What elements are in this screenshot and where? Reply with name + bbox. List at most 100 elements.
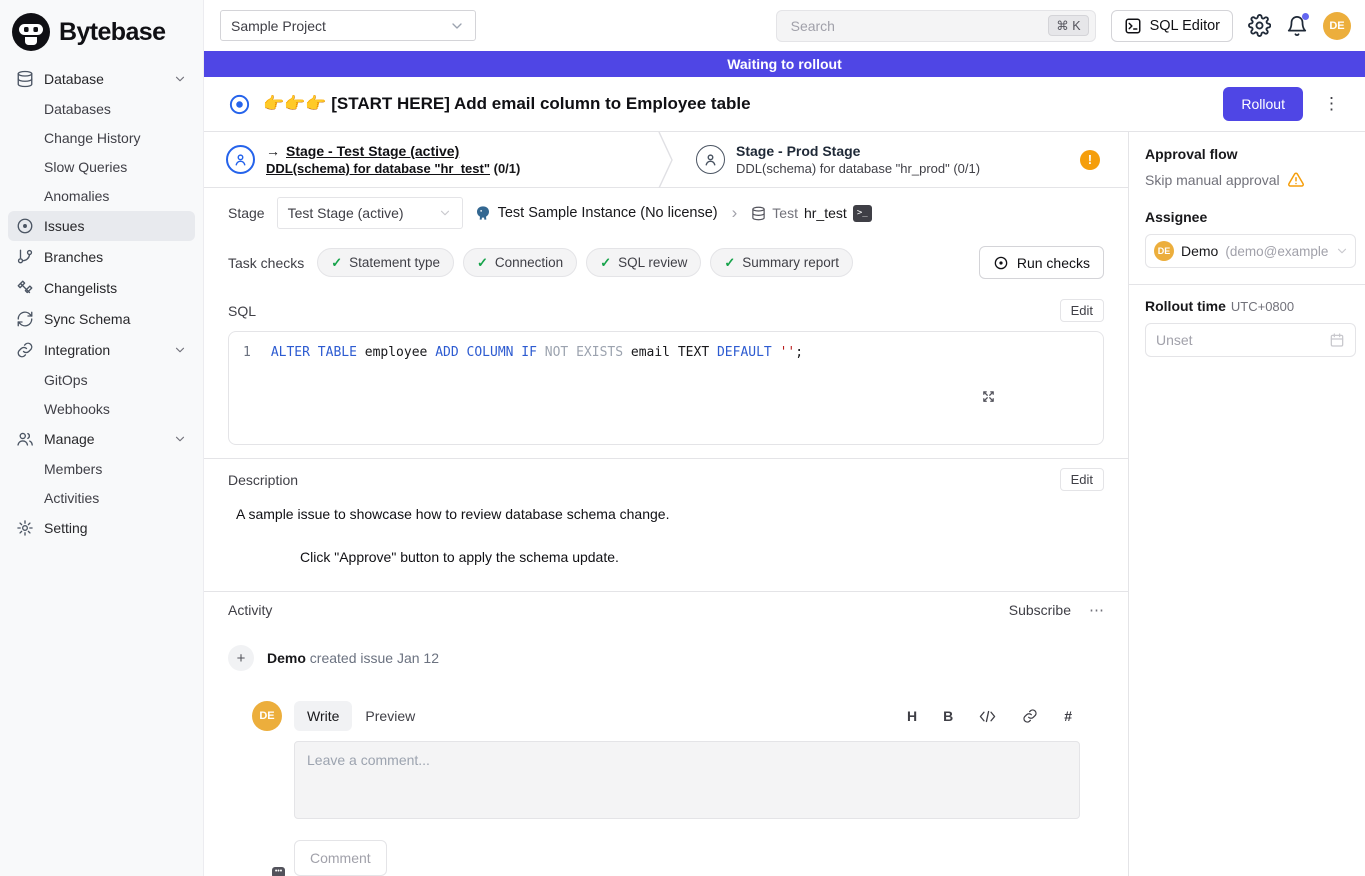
users-icon [16, 430, 34, 448]
sidebar-item-webhooks[interactable]: Webhooks [8, 395, 195, 423]
link-icon [16, 341, 34, 359]
activity-kebab-menu[interactable]: ⋯ [1089, 601, 1104, 619]
open-sql-editor-icon[interactable]: >_ [853, 205, 872, 222]
status-banner-text: Waiting to rollout [727, 56, 842, 72]
sidebar-item-label: Branches [44, 249, 103, 265]
check-pill-connection[interactable]: ✓ Connection [463, 248, 577, 277]
sidebar-item-issues[interactable]: Issues [8, 211, 195, 241]
brand-name: Bytebase [59, 18, 165, 47]
chevron-down-icon [173, 72, 187, 86]
stage-card-subtitle: DDL(schema) for database "hr_test" [266, 161, 490, 176]
approval-flow-value: Skip manual approval [1145, 172, 1280, 188]
chevron-down-icon [449, 18, 465, 34]
check-pill-label: Statement type [349, 255, 440, 270]
settings-gear-button[interactable] [1248, 14, 1271, 37]
stage-card-prod[interactable]: Stage - Prod Stage DDL(schema) for datab… [674, 132, 1128, 187]
task-checks-label: Task checks [228, 255, 304, 271]
issue-main: → Stage - Test Stage (active) DDL(schema… [204, 132, 1128, 876]
assignee-select[interactable]: DE Demo (demo@example [1145, 234, 1356, 268]
stage-strip: → Stage - Test Stage (active) DDL(schema… [204, 132, 1128, 188]
comment-bubble-icon: ••• [272, 867, 285, 876]
issue-kebab-menu[interactable]: ⋮ [1315, 94, 1349, 114]
comment-button[interactable]: Comment [294, 840, 387, 876]
stage-user-icon [696, 145, 725, 174]
sql-editor-button[interactable]: SQL Editor [1111, 10, 1233, 42]
database-breadcrumb[interactable]: Test hr_test >_ [751, 205, 872, 222]
sidebar-item-integration[interactable]: Integration [8, 335, 195, 365]
sidebar-item-label: Activities [44, 490, 99, 506]
comment-avatar: DE [252, 701, 282, 731]
stage-user-icon [226, 145, 255, 174]
run-circle-icon [993, 255, 1009, 271]
sidebar-item-sync-schema[interactable]: Sync Schema [8, 304, 195, 334]
link-icon[interactable] [1022, 708, 1038, 724]
sidebar-item-changelists[interactable]: Changelists [8, 273, 195, 303]
user-avatar[interactable]: DE [1323, 12, 1351, 40]
description-edit-button[interactable]: Edit [1060, 468, 1104, 491]
sidebar-item-database[interactable]: Database [8, 64, 195, 94]
sql-edit-button[interactable]: Edit [1060, 299, 1104, 322]
notifications-bell-button[interactable] [1286, 15, 1308, 37]
stage-card-text: Stage - Prod Stage DDL(schema) for datab… [736, 143, 980, 176]
bytebase-app: Bytebase Database Databases Change Histo… [0, 0, 1365, 876]
bold-icon[interactable]: B [943, 708, 953, 724]
sql-token: NOT EXISTS [545, 345, 631, 360]
sidebar-item-slow-queries[interactable]: Slow Queries [8, 153, 195, 181]
chevron-right-icon: › [730, 203, 740, 223]
db-name: hr_test [804, 205, 847, 221]
sidebar-item-manage[interactable]: Manage [8, 424, 195, 454]
sidebar-item-members[interactable]: Members [8, 455, 195, 483]
sidebar-item-label: Members [44, 461, 102, 477]
issue-status-icon [228, 93, 251, 116]
hash-icon[interactable]: # [1064, 708, 1072, 724]
check-pill-statement-type[interactable]: ✓ Statement type [317, 248, 454, 277]
instance-breadcrumb[interactable]: Test Sample Instance (No license) [475, 205, 718, 221]
search-box: ⌘ K [776, 10, 1096, 42]
sidebar-item-anomalies[interactable]: Anomalies [8, 182, 195, 210]
stage-select[interactable]: Test Stage (active) [277, 197, 463, 229]
stage-card-test[interactable]: → Stage - Test Stage (active) DDL(schema… [204, 132, 658, 187]
sidebar-item-gitops[interactable]: GitOps [8, 366, 195, 394]
shortcut-badge: ⌘ K [1048, 15, 1088, 36]
sql-label: SQL [228, 303, 256, 319]
sidebar-item-change-history[interactable]: Change History [8, 124, 195, 152]
check-icon: ✓ [331, 255, 342, 271]
check-pill-summary-report[interactable]: ✓ Summary report [710, 248, 853, 277]
comment-input[interactable] [294, 741, 1080, 819]
brand-logo[interactable]: Bytebase [0, 8, 203, 63]
code-icon[interactable] [979, 709, 996, 724]
rollout-time-label: Rollout time [1145, 298, 1226, 314]
sidebar-item-activities[interactable]: Activities [8, 484, 195, 512]
rollout-button[interactable]: Rollout [1223, 87, 1303, 121]
description-line: A sample issue to showcase how to review… [236, 506, 1104, 522]
tab-write[interactable]: Write [294, 701, 352, 731]
sql-code-block[interactable]: 1ALTER TABLE employee ADD COLUMN IF NOT … [228, 331, 1104, 445]
sql-token: email TEXT [631, 345, 717, 360]
tab-preview[interactable]: Preview [352, 701, 428, 731]
activity-item: + Demo created issue Jan 12 [228, 645, 1104, 671]
database-icon [16, 70, 34, 88]
database-icon [751, 206, 766, 221]
sql-editor-label: SQL Editor [1150, 18, 1220, 34]
sidebar-item-setting[interactable]: Setting [8, 513, 195, 543]
heading-icon[interactable]: H [907, 708, 917, 724]
check-pill-sql-review[interactable]: ✓ SQL review [586, 248, 701, 277]
postgres-icon [475, 205, 491, 221]
subscribe-button[interactable]: Subscribe [1009, 602, 1071, 618]
expand-icon[interactable] [981, 359, 1091, 434]
sidebar-item-label: Issues [44, 218, 84, 234]
sidebar-item-branches[interactable]: Branches [8, 242, 195, 272]
sidebar-item-databases[interactable]: Databases [8, 95, 195, 123]
stage-card-progress: (0/1) [494, 161, 521, 176]
rollout-time-input[interactable]: Unset [1145, 323, 1356, 357]
run-checks-button[interactable]: Run checks [979, 246, 1104, 279]
description-section: Description Edit A sample issue to showc… [204, 458, 1128, 579]
check-icon: ✓ [600, 255, 611, 271]
chevron-down-icon [173, 432, 187, 446]
content: → Stage - Test Stage (active) DDL(schema… [204, 131, 1365, 876]
activity-section: Activity Subscribe ⋯ + Demo created issu… [204, 591, 1128, 876]
activity-label: Activity [228, 602, 272, 618]
rollout-timezone: UTC+0800 [1231, 299, 1294, 314]
project-select[interactable]: Sample Project [220, 10, 476, 41]
search-input[interactable] [789, 17, 1049, 35]
